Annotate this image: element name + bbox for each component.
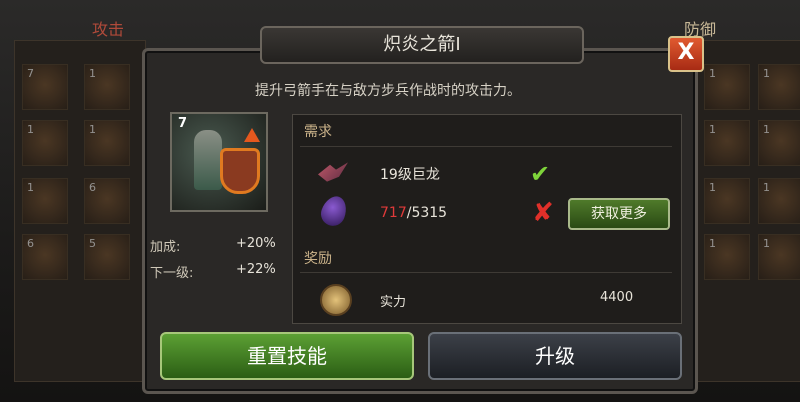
resource-required: /5315: [406, 205, 448, 221]
power-label: 实力: [380, 295, 407, 310]
archer-portrait: 7: [170, 112, 268, 212]
skill-description: 提升弓箭手在与敌方步兵作战时的攻击力。: [255, 83, 521, 99]
next-level-value: +22%: [236, 262, 276, 277]
shield-icon: [220, 148, 260, 194]
skill-tile[interactable]: 1: [704, 64, 750, 110]
rewards-header: 奖励: [304, 251, 332, 267]
check-icon: ✔: [530, 160, 551, 188]
unit-level: 7: [178, 116, 188, 131]
archer-figure: [194, 130, 222, 190]
cross-icon: ✘: [532, 198, 554, 228]
bonus-label: 加成:: [150, 240, 181, 255]
divider: [300, 272, 672, 273]
requirements-header: 需求: [304, 124, 332, 140]
upgrade-button[interactable]: 升级: [428, 332, 682, 380]
skill-tile[interactable]: 1: [758, 178, 800, 224]
close-button[interactable]: X: [668, 36, 704, 72]
attack-panel-title: 攻击: [92, 20, 125, 39]
skill-tile[interactable]: 7: [22, 64, 68, 110]
arrow-up-icon: [244, 128, 260, 142]
dragon-requirement-text: 19级巨龙: [380, 167, 440, 183]
resource-requirement-text: 717/5315: [380, 205, 447, 221]
power-value: 4400: [600, 290, 634, 305]
divider: [300, 146, 672, 147]
dialog-title: 炽炎之箭I: [260, 26, 584, 64]
skill-tile[interactable]: 1: [22, 178, 68, 224]
resource-current: 717: [380, 205, 407, 221]
skill-tile[interactable]: 6: [22, 234, 68, 280]
skill-tile[interactable]: 1: [704, 178, 750, 224]
skill-tile[interactable]: 1: [758, 234, 800, 280]
skill-tile[interactable]: 1: [758, 120, 800, 166]
skill-tile[interactable]: 1: [84, 64, 130, 110]
skill-tile[interactable]: 1: [84, 120, 130, 166]
reset-skill-button[interactable]: 重置技能: [160, 332, 414, 380]
skill-tile[interactable]: 6: [84, 178, 130, 224]
next-level-label: 下一级:: [150, 266, 194, 281]
skill-tile[interactable]: 1: [704, 234, 750, 280]
skill-tile[interactable]: 5: [84, 234, 130, 280]
bonus-value: +20%: [236, 236, 276, 251]
skill-tile[interactable]: 1: [704, 120, 750, 166]
medal-icon: [320, 284, 352, 316]
get-more-button[interactable]: 获取更多: [568, 198, 670, 230]
skill-tile[interactable]: 1: [758, 64, 800, 110]
skill-tile[interactable]: 1: [22, 120, 68, 166]
